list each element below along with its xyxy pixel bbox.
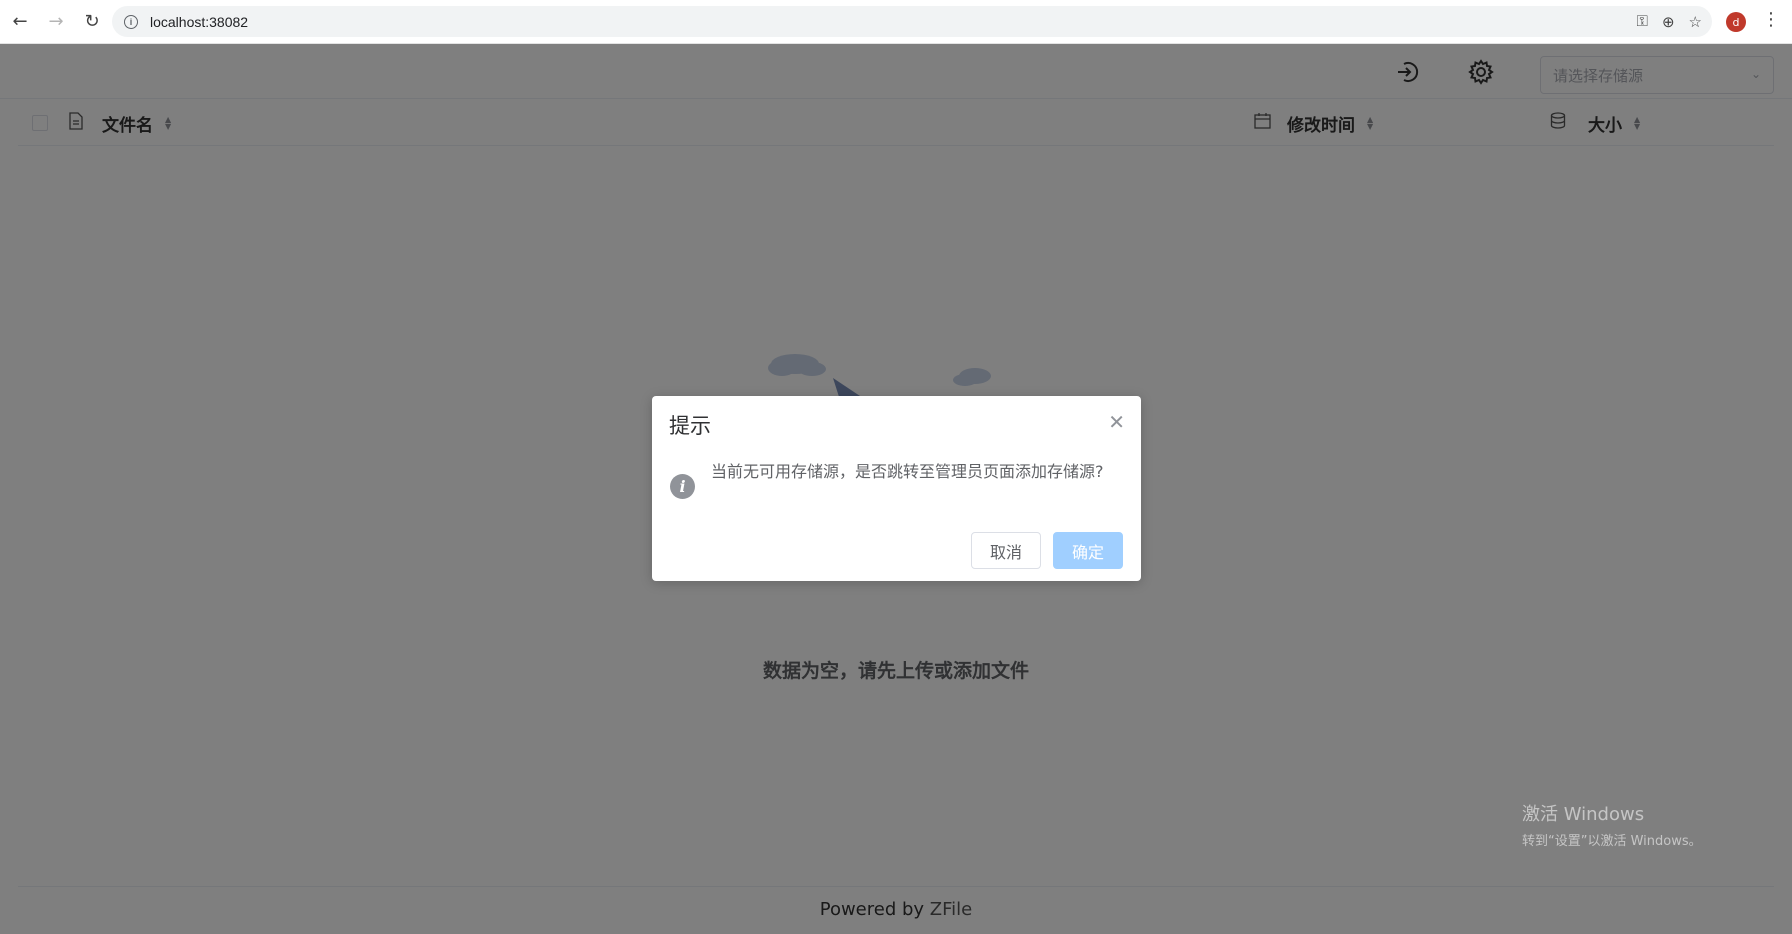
profile-avatar[interactable]: d [1726,12,1746,32]
confirm-button[interactable]: 确定 [1053,532,1123,569]
address-bar[interactable]: i localhost:38082 ⚿ ⊕ ☆ [112,6,1712,37]
reload-button[interactable]: ↻ [76,6,108,38]
confirm-dialog: 提示 ✕ i 当前无可用存储源，是否跳转至管理员页面添加存储源? 取消 确定 [652,396,1141,581]
watermark-line1: 激活 Windows [1522,804,1645,825]
watermark-line2: 转到“设置”以激活 Windows。 [1522,834,1702,849]
url-text: localhost:38082 [150,13,249,30]
windows-activation-watermark: 激活 Windows 转到“设置”以激活 Windows。 [1522,800,1702,849]
dialog-title: 提示 [669,414,711,438]
cancel-button[interactable]: 取消 [971,532,1041,569]
bookmark-star-icon[interactable]: ☆ [1689,13,1702,31]
close-icon[interactable]: ✕ [1108,410,1125,434]
info-icon: i [670,474,695,499]
browser-menu-icon[interactable]: ⋮ [1762,10,1780,30]
password-key-icon[interactable]: ⚿ [1637,13,1648,30]
back-button[interactable]: ← [4,6,36,38]
site-info-icon[interactable]: i [124,14,138,29]
forward-button[interactable]: → [40,6,72,38]
zoom-icon[interactable]: ⊕ [1662,13,1675,31]
dialog-message: 当前无可用存储源，是否跳转至管理员页面添加存储源? [711,462,1104,481]
browser-toolbar: ← → ↻ i localhost:38082 ⚿ ⊕ ☆ d ⋮ [0,0,1792,44]
